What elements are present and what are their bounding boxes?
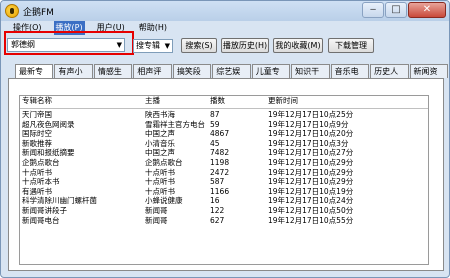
tab-news[interactable]: 新闻资讯 xyxy=(409,64,448,89)
update-time: 19年12月17日10点29分 xyxy=(268,167,354,177)
tab-latest[interactable]: 最新专辑 xyxy=(15,64,54,89)
app-window: 企鹅FM ‒ □ ✕ 操作(O) 播放(P) 用户(U) 帮助(H) 郭德纲 ▼… xyxy=(0,0,450,278)
update-time: 19年12月17日10点29分 xyxy=(268,157,354,167)
list-row[interactable]: 新闻哥电台 新闻哥 627 19年12月17日10点55分 xyxy=(20,216,428,226)
host: 雪霜祥主官方电台 xyxy=(145,119,205,129)
list-row[interactable]: 企鹅点歌台 企鹅点歌台 1198 19年12月17日10点29分 xyxy=(20,158,428,168)
update-time: 19年12月17日10点19分 xyxy=(268,186,354,196)
play-count: 627 xyxy=(210,215,225,225)
play-count: 2472 xyxy=(210,167,230,177)
update-time: 19年12月17日10点24分 xyxy=(268,196,354,206)
album-name: 新闻和报纸摘要 xyxy=(22,148,75,158)
host: 新闻哥 xyxy=(145,205,168,215)
list-header: 专辑名称 主播 播数 更新时间 xyxy=(20,96,428,109)
album-name: 超凡夜色网阅录 xyxy=(22,119,75,129)
album-name: 新闻哥电台 xyxy=(22,215,60,225)
host: 十点听书 xyxy=(145,167,175,177)
list-rows: 天门帝国 陕西书海 87 19年12月17日10点25分超凡夜色网阅录 雪霜祥主官方电台… xyxy=(20,110,428,225)
host: 小清音乐 xyxy=(145,138,175,148)
play-count: 16 xyxy=(210,196,220,206)
tab-crosstalk[interactable]: 相声评书 xyxy=(133,64,172,89)
update-time: 19年12月17日10点3分 xyxy=(268,138,349,148)
window-title: 企鹅FM xyxy=(23,8,54,18)
maximize-button[interactable]: □ xyxy=(385,2,407,18)
album-name: 新闻哥讲段子 xyxy=(22,205,67,215)
host: 小蜂说健康 xyxy=(145,196,183,206)
search-mode-value: 搜专辑 xyxy=(136,41,160,50)
play-count: 4867 xyxy=(210,129,230,139)
search-highlight-box xyxy=(4,31,134,55)
host: 陕西书海 xyxy=(145,110,175,119)
title-bar: 企鹅FM ‒ □ ✕ xyxy=(1,1,449,21)
list-row[interactable]: 十点听本书 十点听书 587 19年12月17日10点29分 xyxy=(20,177,428,187)
list-row[interactable]: 新闻和报纸摘要 中国之声 7482 19年12月17日10点27分 xyxy=(20,148,428,158)
play-count: 1198 xyxy=(210,157,230,167)
search-mode-select[interactable]: 搜专辑 ▼ xyxy=(133,39,173,53)
tab-music[interactable]: 音乐电台 xyxy=(330,64,370,89)
album-name: 天门帝国 xyxy=(22,110,52,119)
favorites-button[interactable]: 我的收藏(M) xyxy=(273,38,323,53)
column-album-name[interactable]: 专辑名称 xyxy=(22,96,52,106)
history-button[interactable]: 播放历史(H) xyxy=(221,38,269,53)
menu-help[interactable]: 帮助(H) xyxy=(137,21,169,35)
host: 新闻哥 xyxy=(145,215,168,225)
column-count[interactable]: 播数 xyxy=(210,96,225,106)
host: 十点听书 xyxy=(145,186,175,196)
list-row[interactable]: 新闻哥讲段子 新闻哥 122 19年12月17日10点50分 xyxy=(20,206,428,216)
column-updated[interactable]: 更新时间 xyxy=(268,96,298,106)
play-count: 122 xyxy=(210,205,225,215)
host: 中国之声 xyxy=(145,129,175,139)
list-row[interactable]: 科学清除川幽门螺杆菌 小蜂说健康 16 19年12月17日10点24分 xyxy=(20,196,428,206)
tab-knowledge[interactable]: 知识干货 xyxy=(291,64,330,89)
play-count: 45 xyxy=(210,138,220,148)
album-name: 新歌推荐 xyxy=(22,138,52,148)
update-time: 19年12月17日10点20分 xyxy=(268,129,354,139)
host: 企鹅点歌台 xyxy=(145,157,183,167)
tab-emotion[interactable]: 情感生活 xyxy=(93,64,133,89)
host: 十点听书 xyxy=(145,177,175,187)
download-manager-button[interactable]: 下载管理 xyxy=(328,38,374,53)
minimize-button[interactable]: ‒ xyxy=(362,2,384,18)
play-count: 87 xyxy=(210,110,220,119)
album-name: 十点听本书 xyxy=(22,177,60,187)
list-row[interactable]: 国际时空 中国之声 4867 19年12月17日10点20分 xyxy=(20,129,428,139)
search-button[interactable]: 搜索(S) xyxy=(181,38,217,53)
penguin-logo-icon xyxy=(5,4,19,18)
list-row[interactable]: 有遇听书 十点听书 1166 19年12月17日10点19分 xyxy=(20,187,428,197)
album-name: 企鹅点歌台 xyxy=(22,157,60,167)
host: 中国之声 xyxy=(145,148,175,158)
chevron-down-icon[interactable]: ▼ xyxy=(165,40,170,52)
tab-history[interactable]: 历史人文 xyxy=(370,64,409,89)
play-count: 59 xyxy=(210,119,220,129)
update-time: 19年12月17日10点9分 xyxy=(268,119,349,129)
list-row[interactable]: 超凡夜色网阅录 雪霜祥主官方电台 59 19年12月17日10点9分 xyxy=(20,120,428,130)
tab-variety[interactable]: 综艺娱乐 xyxy=(212,64,251,89)
album-name: 科学清除川幽门螺杆菌 xyxy=(22,196,97,206)
update-time: 19年12月17日10点25分 xyxy=(268,110,354,119)
window-controls: ‒ □ ✕ xyxy=(361,2,446,18)
play-count: 7482 xyxy=(210,148,230,158)
list-row[interactable]: 新歌推荐 小清音乐 45 19年12月17日10点3分 xyxy=(20,139,428,149)
update-time: 19年12月17日10点55分 xyxy=(268,215,354,225)
tab-audio-novel[interactable]: 有声小说 xyxy=(54,64,93,89)
update-time: 19年12月17日10点29分 xyxy=(268,177,354,187)
category-tabs: 最新专辑 有声小说 情感生活 相声评书 搞笑段子 综艺娱乐 儿童专区 知识干货 … xyxy=(15,64,449,89)
tab-kids[interactable]: 儿童专区 xyxy=(251,64,291,89)
update-time: 19年12月17日10点27分 xyxy=(268,148,354,158)
album-list[interactable]: 专辑名称 主播 播数 更新时间 天门帝国 陕西书海 87 19年12月17日10点25… xyxy=(19,95,429,265)
list-row[interactable]: 天门帝国 陕西书海 87 19年12月17日10点25分 xyxy=(20,110,428,120)
tab-content-panel: 专辑名称 主播 播数 更新时间 天门帝国 陕西书海 87 19年12月17日10点25… xyxy=(8,78,444,271)
update-time: 19年12月17日10点50分 xyxy=(268,205,354,215)
album-name: 十点听书 xyxy=(22,167,52,177)
close-button[interactable]: ✕ xyxy=(408,2,446,18)
column-host[interactable]: 主播 xyxy=(145,96,160,106)
list-row[interactable]: 十点听书 十点听书 2472 19年12月17日10点29分 xyxy=(20,168,428,178)
play-count: 587 xyxy=(210,177,225,187)
play-count: 1166 xyxy=(210,186,230,196)
album-name: 有遇听书 xyxy=(22,186,52,196)
album-name: 国际时空 xyxy=(22,129,52,139)
tab-funny[interactable]: 搞笑段子 xyxy=(172,64,212,89)
